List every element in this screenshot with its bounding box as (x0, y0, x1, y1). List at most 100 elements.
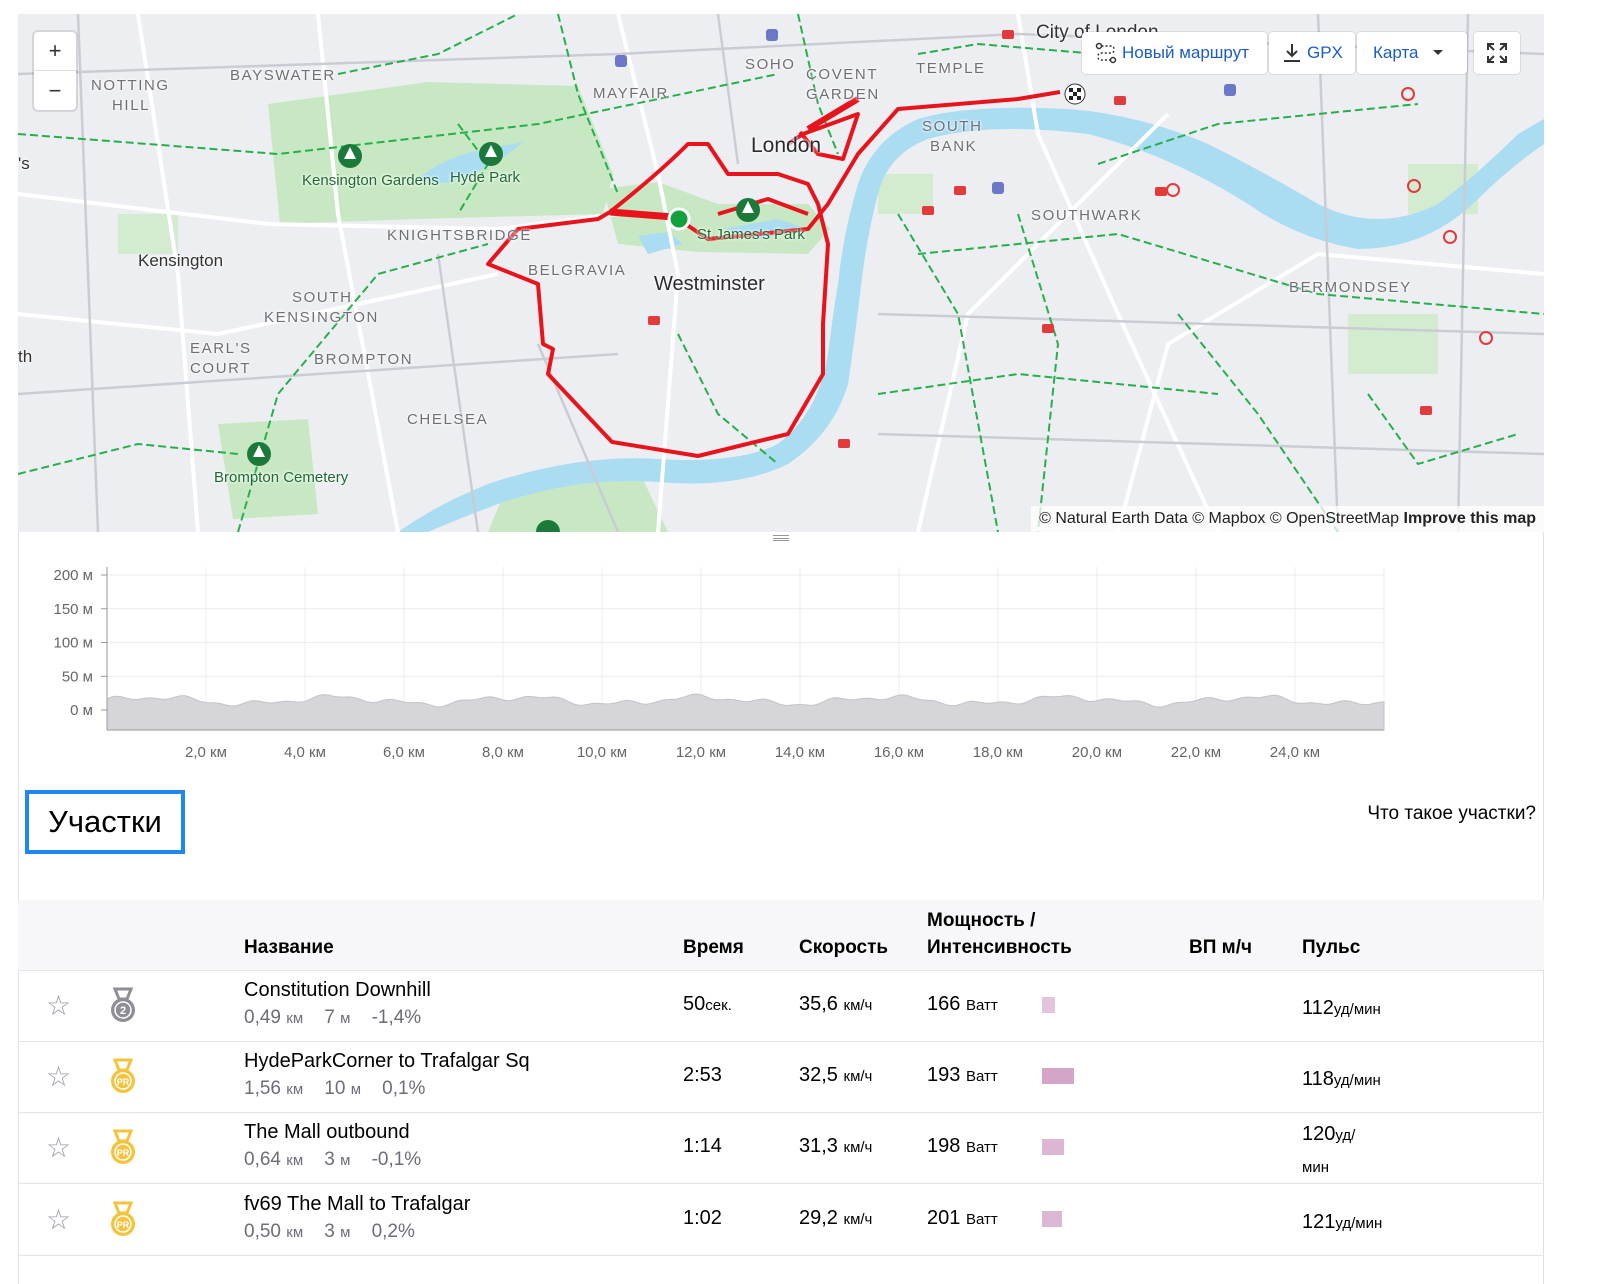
x-tick-label: 10,0 км (577, 744, 627, 760)
resize-handle[interactable] (773, 535, 789, 541)
segment-power: 198 Ватт (927, 1135, 998, 1157)
svg-text:PR: PR (117, 1148, 130, 1158)
map-label-south-kensington-2: KENSINGTON (264, 309, 379, 326)
segment-time: 1:02 (683, 1207, 722, 1229)
svg-text:PR: PR (117, 1220, 130, 1230)
medal-icon: PR (111, 1201, 135, 1236)
map-label-bayswater: BAYSWATER (230, 67, 336, 84)
new-route-label: Новый маршрут (1122, 43, 1249, 62)
attribution-text: © Natural Earth Data © Mapbox © OpenStre… (1039, 510, 1400, 527)
map-label-kensington: Kensington (138, 251, 224, 270)
map-label-court: COURT (190, 360, 252, 377)
map-label-edge-s: 's (18, 154, 30, 173)
chevron-down-icon (1432, 50, 1443, 55)
zoom-out-button[interactable]: − (34, 71, 76, 110)
x-tick-label: 14,0 км (775, 744, 825, 760)
map-type-dropdown[interactable]: Карта (1357, 32, 1467, 74)
map-label-bermondsey: BERMONDSEY (1289, 279, 1412, 296)
map-label-knightsbridge: KNIGHTSBRIDGE (387, 227, 532, 244)
map-label-hill: HILL (112, 97, 151, 114)
medal-icon: PR (111, 1058, 135, 1093)
x-tick-label: 2,0 км (185, 744, 227, 760)
map-label-south-kensington-1: SOUTH (292, 289, 353, 306)
segment-row[interactable]: ☆ PR HydeParkCorner to Trafalgar Sq 1,56… (18, 1042, 1544, 1113)
segments-heading: Участки (25, 790, 185, 854)
col-power-1[interactable]: Мощность / (927, 908, 1035, 933)
route-map[interactable]: City of London TEMPLE SOHO COVENT GARDEN… (18, 14, 1544, 532)
col-hr[interactable]: Пульс (1302, 935, 1360, 960)
star-icon[interactable]: ☆ (46, 989, 71, 1022)
intensity-bar (1042, 1139, 1064, 1155)
segment-heart-rate: 120уд/мин (1302, 1123, 1356, 1176)
col-speed[interactable]: Скорость (799, 935, 888, 960)
new-route-button[interactable]: Новый маршрут (1082, 32, 1267, 74)
map-attribution: © Natural Earth Data © Mapbox © OpenStre… (1031, 506, 1544, 532)
x-tick-label: 18,0 км (973, 744, 1023, 760)
map-label-westminster: Westminster (654, 273, 765, 295)
segment-heart-rate: 112уд/мин (1302, 997, 1381, 1019)
finish-marker (1064, 83, 1086, 105)
download-icon (1284, 44, 1300, 62)
x-tick-label: 8,0 км (482, 744, 524, 760)
gpx-label: GPX (1307, 43, 1343, 62)
segment-stats: 0,49 км 7 м -1,4% (244, 1007, 422, 1028)
segment-stats: 0,50 км 3 м 0,2% (244, 1221, 415, 1242)
segment-speed: 31,3 км/ч (799, 1135, 873, 1157)
intensity-bar (1042, 1068, 1074, 1084)
map-label-garden: GARDEN (806, 86, 880, 103)
segment-name[interactable]: HydeParkCorner to Trafalgar Sq (244, 1050, 530, 1073)
elevation-chart[interactable]: 200 м 150 м 100 м 50 м 0 м 2,0 км 4,0 км 6,0 к… (18, 560, 1398, 760)
x-tick-label: 12,0 км (676, 744, 726, 760)
zoom-in-button[interactable]: + (34, 32, 76, 71)
map-label-earls: EARL'S (190, 340, 252, 357)
map-label-soho: SOHO (745, 56, 796, 73)
segment-heart-rate: 121уд/мин (1302, 1211, 1383, 1233)
route-icon (1095, 42, 1117, 64)
segment-name[interactable]: The Mall outbound (244, 1121, 410, 1144)
star-icon[interactable]: ☆ (46, 1060, 71, 1093)
gpx-download-button[interactable]: GPX (1269, 32, 1355, 74)
segment-speed: 32,5 км/ч (799, 1064, 873, 1086)
segment-speed: 35,6 км/ч (799, 993, 873, 1015)
y-tick-label: 50 м (62, 668, 93, 685)
map-label-south-bank-2: BANK (930, 138, 978, 155)
start-marker (667, 207, 691, 231)
star-icon[interactable]: ☆ (46, 1131, 71, 1164)
fullscreen-icon (1487, 43, 1507, 63)
segment-stats: 0,64 км 3 м -0,1% (244, 1149, 422, 1170)
segment-time: 2:53 (683, 1064, 722, 1086)
col-power-2[interactable]: Интенсивность (927, 935, 1072, 960)
x-tick-label: 20,0 км (1072, 744, 1122, 760)
elevation-profile-area (106, 693, 1385, 731)
segment-power: 166 Ватт (927, 993, 998, 1015)
map-label-london: London (751, 134, 822, 157)
map-label-st-james-park: St James's Park (697, 226, 805, 243)
col-time[interactable]: Время (683, 935, 744, 960)
star-icon[interactable]: ☆ (46, 1203, 71, 1236)
x-tick-label: 16,0 км (874, 744, 924, 760)
segment-power: 193 Ватт (927, 1064, 998, 1086)
segment-power: 201 Ватт (927, 1207, 998, 1229)
y-tick-label: 0 м (70, 702, 93, 719)
segment-row[interactable]: ☆ PR The Mall outbound 0,64 км 3 м -0,1%… (18, 1113, 1544, 1184)
zoom-control: + − (34, 32, 76, 110)
segment-row[interactable]: ☆ 2 Constitution Downhill 0,49 км 7 м -1… (18, 971, 1544, 1042)
map-type-label: Карта (1373, 43, 1419, 62)
map-label-kensington-gardens: Kensington Gardens (302, 172, 439, 189)
map-label-chelsea: CHELSEA (407, 411, 489, 428)
svg-text:2: 2 (120, 1005, 126, 1017)
segment-heart-rate: 118уд/мин (1302, 1068, 1381, 1090)
fullscreen-button[interactable] (1474, 32, 1520, 74)
segments-help-link[interactable]: Что такое участки? (1367, 803, 1536, 825)
col-vam[interactable]: ВП м/ч (1189, 935, 1252, 960)
y-tick-label: 100 м (53, 635, 93, 652)
x-tick-label: 4,0 км (284, 744, 326, 760)
map-label-temple: TEMPLE (916, 60, 986, 77)
improve-map-link[interactable]: Improve this map (1404, 510, 1536, 527)
col-name[interactable]: Название (244, 935, 334, 960)
segment-row[interactable]: ☆ PR fv69 The Mall to Trafalgar 0,50 км … (18, 1185, 1544, 1256)
medal-icon: 2 (111, 987, 135, 1022)
map-label-brompton: BROMPTON (314, 351, 414, 368)
segment-name[interactable]: fv69 The Mall to Trafalgar (244, 1193, 470, 1216)
segment-name[interactable]: Constitution Downhill (244, 979, 431, 1002)
